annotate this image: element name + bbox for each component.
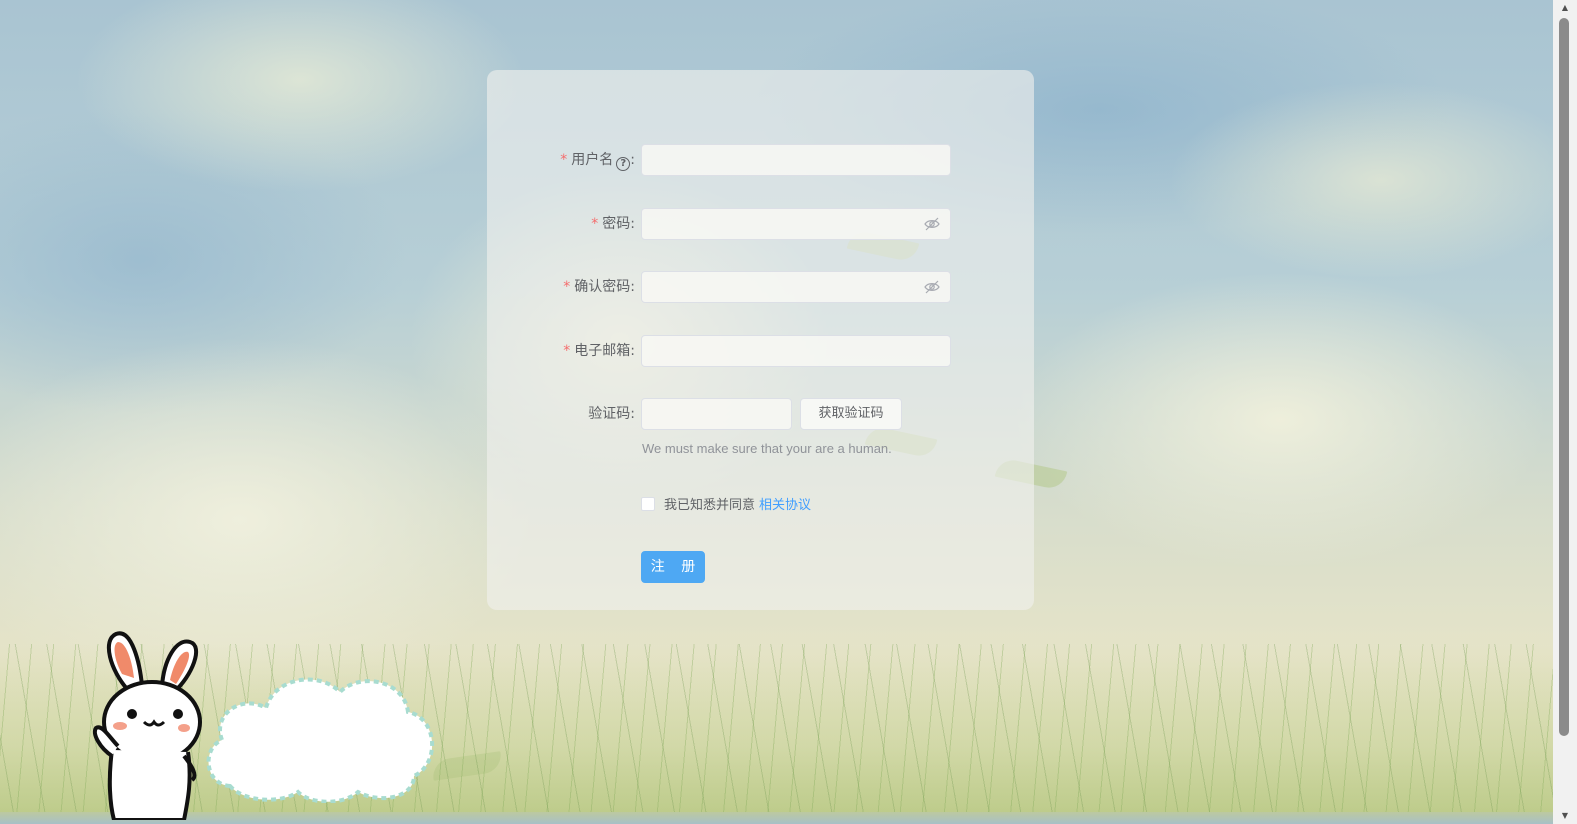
agreement-checkbox[interactable] <box>641 497 655 511</box>
eye-closed-icon[interactable] <box>924 280 940 294</box>
question-circle-icon[interactable]: ? <box>616 157 631 171</box>
captcha-input[interactable] <box>641 398 792 430</box>
scroll-down-arrow-icon[interactable]: ▼ <box>1553 808 1577 824</box>
email-row: * 电子邮箱: <box>487 335 1034 367</box>
confirm-password-label-text: 确认密码 <box>574 279 631 295</box>
captcha-label-text: 验证码 <box>588 406 631 422</box>
bottom-strip <box>0 812 1553 824</box>
label-suffix: : <box>630 216 635 232</box>
confirm-password-input[interactable] <box>641 271 951 303</box>
label-suffix: : <box>630 152 635 168</box>
register-form-card: * 用户名?: * 密码: * 确认密码: * 电子邮箱: 验证码: 获取验证码… <box>487 70 1034 610</box>
confirm-password-label: * 确认密码: <box>563 271 635 303</box>
register-button[interactable]: 注 册 <box>641 551 705 583</box>
password-label: * 密码: <box>591 208 635 240</box>
username-label-text: 用户名 <box>571 152 614 168</box>
label-suffix: : <box>630 343 635 359</box>
required-mark: * <box>563 343 571 359</box>
captcha-label: 验证码: <box>588 398 635 430</box>
captcha-row: 验证码: 获取验证码 <box>487 398 1034 430</box>
required-mark: * <box>560 152 568 168</box>
get-captcha-button[interactable]: 获取验证码 <box>800 398 902 430</box>
cloud-bubble-decoration <box>206 677 435 803</box>
scroll-thumb[interactable] <box>1559 18 1569 736</box>
required-mark: * <box>591 216 599 232</box>
password-row: * 密码: <box>487 208 1034 240</box>
username-row: * 用户名?: <box>487 144 1034 176</box>
captcha-hint: We must make sure that your are a human. <box>642 441 892 456</box>
rabbit-illustration <box>93 631 202 820</box>
agreement-row: 我已知悉并同意 相关协议 <box>641 494 811 513</box>
email-input[interactable] <box>641 335 951 367</box>
agreement-text: 我已知悉并同意 <box>664 498 756 513</box>
label-suffix: : <box>630 406 635 422</box>
required-mark: * <box>563 279 571 295</box>
password-label-text: 密码 <box>602 216 631 232</box>
email-label-text: 电子邮箱 <box>574 343 631 359</box>
vertical-scrollbar[interactable]: ▲ ▼ <box>1553 0 1577 824</box>
email-label: * 电子邮箱: <box>563 335 635 367</box>
scroll-up-arrow-icon[interactable]: ▲ <box>1553 0 1577 16</box>
label-suffix: : <box>630 279 635 295</box>
username-label: * 用户名?: <box>560 144 635 176</box>
confirm-password-row: * 确认密码: <box>487 271 1034 303</box>
eye-closed-icon[interactable] <box>924 217 940 231</box>
agreement-link[interactable]: 相关协议 <box>759 498 811 513</box>
password-input[interactable] <box>641 208 951 240</box>
username-input[interactable] <box>641 144 951 176</box>
